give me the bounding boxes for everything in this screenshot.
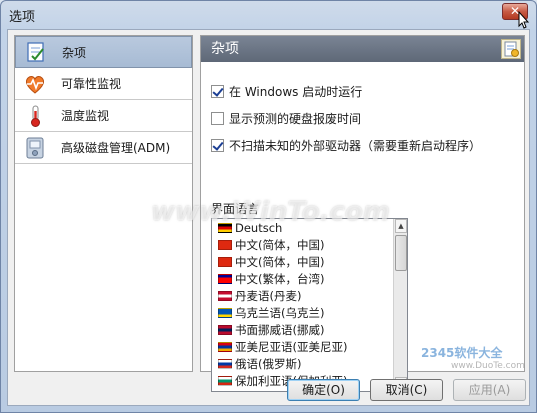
options-dialog: 选项 ✕ 杂项 可靠性监视 温度监视 高级磁盘管理(ADM) 杂项 在 Wind… [0, 0, 537, 413]
disk-drive-icon [23, 136, 47, 160]
language-label: 乌克兰语(乌克兰) [235, 305, 325, 320]
checkbox[interactable] [211, 85, 224, 98]
settings-panel: 杂项 在 Windows 启动时运行 显示预测的硬盘报废时间 不扫描未知的外部驱… [200, 35, 525, 392]
listbox-scrollbar[interactable]: ▲ ▼ [393, 219, 407, 391]
language-label: 亚美尼亚语(亚美尼亚) [235, 339, 348, 354]
language-list-item[interactable]: Deutsch [212, 219, 407, 236]
panel-header: 杂项 [201, 36, 524, 62]
help-icon[interactable] [501, 39, 521, 59]
title-bar[interactable]: 选项 ✕ [1, 1, 536, 29]
flag-icon [218, 290, 232, 301]
flag-icon [218, 358, 232, 369]
sidebar-item-label: 温度监视 [61, 109, 110, 123]
flag-icon [218, 341, 232, 352]
language-label: 中文(简体，中国) [235, 254, 325, 269]
sidebar-item-label: 杂项 [62, 45, 87, 60]
sidebar-item-adm[interactable]: 高级磁盘管理(ADM) [15, 132, 192, 164]
apply-button[interactable]: 应用(A) [453, 379, 526, 401]
sidebar-item-label: 可靠性监视 [61, 77, 122, 91]
language-list-item[interactable]: 亚美尼亚语(亚美尼亚) [212, 338, 407, 355]
option-label: 不扫描未知的外部驱动器（需要重新启动程序） [229, 139, 482, 153]
option-predicted-failure-time[interactable]: 显示预测的硬盘报废时间 [211, 110, 361, 127]
flag-icon [218, 375, 232, 386]
option-label: 显示预测的硬盘报废时间 [229, 112, 362, 126]
scroll-up-arrow-icon[interactable]: ▲ [395, 219, 407, 233]
flag-icon [218, 324, 232, 335]
language-list-item[interactable]: 俄语(俄罗斯) [212, 355, 407, 372]
language-list-item[interactable]: 中文(繁体，台湾) [212, 270, 407, 287]
language-list-item[interactable]: 丹麦语(丹麦) [212, 287, 407, 304]
language-list-item[interactable]: 乌克兰语(乌克兰) [212, 304, 407, 321]
language-label: Deutsch [235, 220, 283, 235]
language-label: 中文(简体，中国) [235, 237, 325, 252]
thermometer-icon [23, 104, 47, 128]
mouse-cursor-icon [518, 11, 530, 29]
language-label: 中文(繁体，台湾) [235, 271, 325, 286]
dialog-client-area: 杂项 可靠性监视 温度监视 高级磁盘管理(ADM) 杂项 在 Windows 启… [7, 29, 530, 406]
notepad-icon [24, 40, 48, 64]
scroll-thumb[interactable] [395, 235, 407, 271]
panel-title: 杂项 [211, 41, 239, 57]
language-listbox[interactable]: Deutsch 中文(简体，中国) 中文(简体，中国) 中文(繁体，台湾) 丹麦语(丹麦… [211, 218, 408, 392]
panel-body: 在 Windows 启动时运行 显示预测的硬盘报废时间 不扫描未知的外部驱动器（… [201, 62, 524, 392]
sidebar-item-temperature[interactable]: 温度监视 [15, 100, 192, 132]
language-list-item[interactable]: 中文(简体，中国) [212, 236, 407, 253]
language-label: 俄语(俄罗斯) [235, 356, 302, 371]
language-label: 书面挪威语(挪威) [235, 322, 325, 337]
language-section-label: 界面语言 [211, 202, 260, 216]
flag-icon [218, 273, 232, 284]
cancel-button[interactable]: 取消(C) [370, 379, 443, 401]
flag-icon [218, 256, 232, 267]
sidebar-item-label: 高级磁盘管理(ADM) [61, 141, 171, 155]
language-list-item[interactable]: 书面挪威语(挪威) [212, 321, 407, 338]
option-label: 在 Windows 启动时运行 [229, 85, 363, 99]
ok-button[interactable]: 确定(O) [287, 379, 360, 401]
category-sidebar: 杂项 可靠性监视 温度监视 高级磁盘管理(ADM) [14, 35, 193, 372]
window-title: 选项 [9, 10, 36, 25]
option-skip-unknown-external[interactable]: 不扫描未知的外部驱动器（需要重新启动程序） [211, 137, 481, 154]
heartbeat-icon [23, 72, 47, 96]
checkbox[interactable] [211, 112, 224, 125]
flag-icon [218, 307, 232, 318]
flag-icon [218, 222, 232, 233]
checkbox[interactable] [211, 139, 224, 152]
language-label: 丹麦语(丹麦) [235, 288, 302, 303]
language-list-item[interactable]: 中文(简体，中国) [212, 253, 407, 270]
sidebar-item-misc[interactable]: 杂项 [15, 36, 192, 68]
option-run-at-startup[interactable]: 在 Windows 启动时运行 [211, 83, 362, 100]
flag-icon [218, 239, 232, 250]
sidebar-item-reliability[interactable]: 可靠性监视 [15, 68, 192, 100]
